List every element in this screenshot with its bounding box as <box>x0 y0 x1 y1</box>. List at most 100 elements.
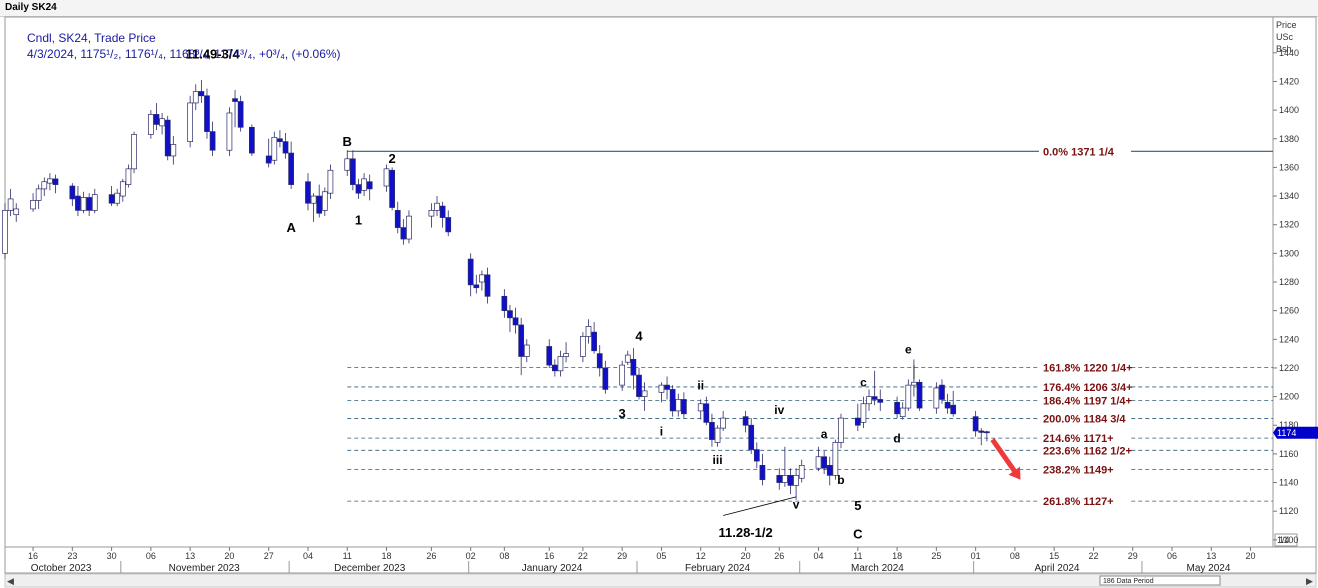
candle-body-down <box>75 195 81 211</box>
candle-body-up <box>91 194 98 211</box>
candle-body-down <box>86 197 93 211</box>
candle <box>389 167 395 211</box>
candle-body-down <box>389 169 395 208</box>
candlestick-chart[interactable]: Price USc Bsh 1/4 ◀ ▶ 186 Data Period 11… <box>0 0 1318 588</box>
candle-body-down <box>591 331 597 352</box>
price-tag-label: 1174 <box>1277 428 1296 438</box>
x-tick-label: 08 <box>1010 551 1020 561</box>
candle-body-down <box>546 346 553 366</box>
scale-header-price: Price <box>1276 20 1297 30</box>
x-tick-label: 06 <box>146 551 156 561</box>
candle-body-up <box>641 390 648 397</box>
y-tick-label: 1420 <box>1279 76 1299 86</box>
candle-body-down <box>316 195 323 214</box>
x-tick-label: 29 <box>1128 551 1138 561</box>
candle-body-down <box>759 465 766 481</box>
x-tick-label: 13 <box>185 551 195 561</box>
month-label: January 2024 <box>522 563 583 574</box>
candle-body-down <box>681 399 687 415</box>
y-tick-label: 1280 <box>1279 277 1299 287</box>
candle-body-down <box>916 381 923 409</box>
y-tick-label: 1260 <box>1279 306 1299 316</box>
wave-label-a: a <box>821 427 828 441</box>
y-tick-label: 1340 <box>1279 191 1299 201</box>
candle <box>164 115 171 161</box>
candle-body-down <box>439 205 446 218</box>
candle-body-down <box>265 155 272 164</box>
candle-body-up <box>714 427 721 443</box>
candle-body-up <box>321 191 328 211</box>
candle-body-down <box>355 184 362 194</box>
candle-body-up <box>658 384 665 393</box>
candle-body-down <box>282 141 289 154</box>
candle-body-up <box>815 456 822 469</box>
fib-level-label: 186.4% 1197 1/4+ <box>1043 396 1132 408</box>
candle-body-up <box>585 326 592 337</box>
candle-body-up <box>41 181 48 190</box>
candle-body-up <box>697 403 704 412</box>
scroll-left-icon[interactable]: ◀ <box>7 576 14 586</box>
wave-label-d: d <box>893 431 900 445</box>
fib-level-label: 261.8% 1127+ <box>1043 496 1114 508</box>
candle-body-down <box>350 158 356 185</box>
x-tick-label: 04 <box>303 551 313 561</box>
fib-level-label: 200.0% 1184 3/4 <box>1043 413 1126 425</box>
candle-body-up <box>119 181 126 197</box>
candle-body-up <box>523 344 530 357</box>
candle-body-down <box>821 456 828 469</box>
x-tick-label: 22 <box>578 551 588 561</box>
candle-body-up <box>899 407 906 417</box>
candle-body-up <box>675 399 682 412</box>
candle-body-up <box>860 403 867 423</box>
candle-body-down <box>787 475 794 486</box>
x-tick-label: 20 <box>1246 551 1256 561</box>
candle-body-down <box>512 317 519 326</box>
y-tick-label: 1360 <box>1279 162 1299 172</box>
candle-body-up <box>905 384 912 409</box>
candle-body-down <box>232 98 238 102</box>
month-label: March 2024 <box>851 563 904 574</box>
wave-label-i: i <box>660 424 663 438</box>
candle-body-down <box>826 465 833 476</box>
x-tick-label: 26 <box>774 551 784 561</box>
candle-body-up <box>7 198 14 211</box>
candle-body-up <box>434 202 440 211</box>
candle-body-up <box>933 387 940 409</box>
x-tick-label: 05 <box>656 551 666 561</box>
x-tick-label: 06 <box>1167 551 1177 561</box>
candle-body-up <box>720 417 727 429</box>
chart-window: Daily SK24 Price USc Bsh 1/4 ◀ ▶ 186 Dat… <box>0 0 1318 588</box>
candle-body-down <box>507 310 513 319</box>
y-tick-label: 1380 <box>1279 134 1299 144</box>
wave-label-A: A <box>286 220 296 235</box>
current-price-tag: 1174 <box>1273 426 1318 439</box>
candle-body-up <box>148 114 154 135</box>
candle-body-down <box>484 274 491 297</box>
wave-label-iv: iv <box>774 403 784 417</box>
candle-body-up <box>838 417 844 443</box>
candle-body-down <box>748 424 755 450</box>
candle-body-down <box>288 152 294 185</box>
candle-body-up <box>187 102 194 142</box>
candle-body-down <box>972 416 979 432</box>
x-tick-label: 01 <box>971 551 981 561</box>
scroll-right-icon[interactable]: ▶ <box>1306 576 1313 586</box>
candle-body-down <box>204 95 210 132</box>
candle-body-down <box>400 227 407 240</box>
candle <box>187 95 194 148</box>
y-tick-label: 1240 <box>1279 334 1299 344</box>
x-tick-label: 02 <box>466 551 476 561</box>
candle-body-up <box>125 168 132 185</box>
candle-body-down <box>69 185 76 200</box>
candle-body-up <box>361 178 367 191</box>
candle-body-down <box>776 475 783 483</box>
candle-body-down <box>249 126 255 154</box>
x-tick-label: 13 <box>1206 551 1216 561</box>
wave-label-3: 3 <box>619 406 626 421</box>
candle-body-down <box>984 431 990 434</box>
candle-body-down <box>877 399 884 403</box>
candle-body-down <box>366 181 373 190</box>
candle-body-down <box>944 401 951 409</box>
candle-body-up <box>2 210 8 254</box>
wave-label-b: b <box>837 473 844 487</box>
